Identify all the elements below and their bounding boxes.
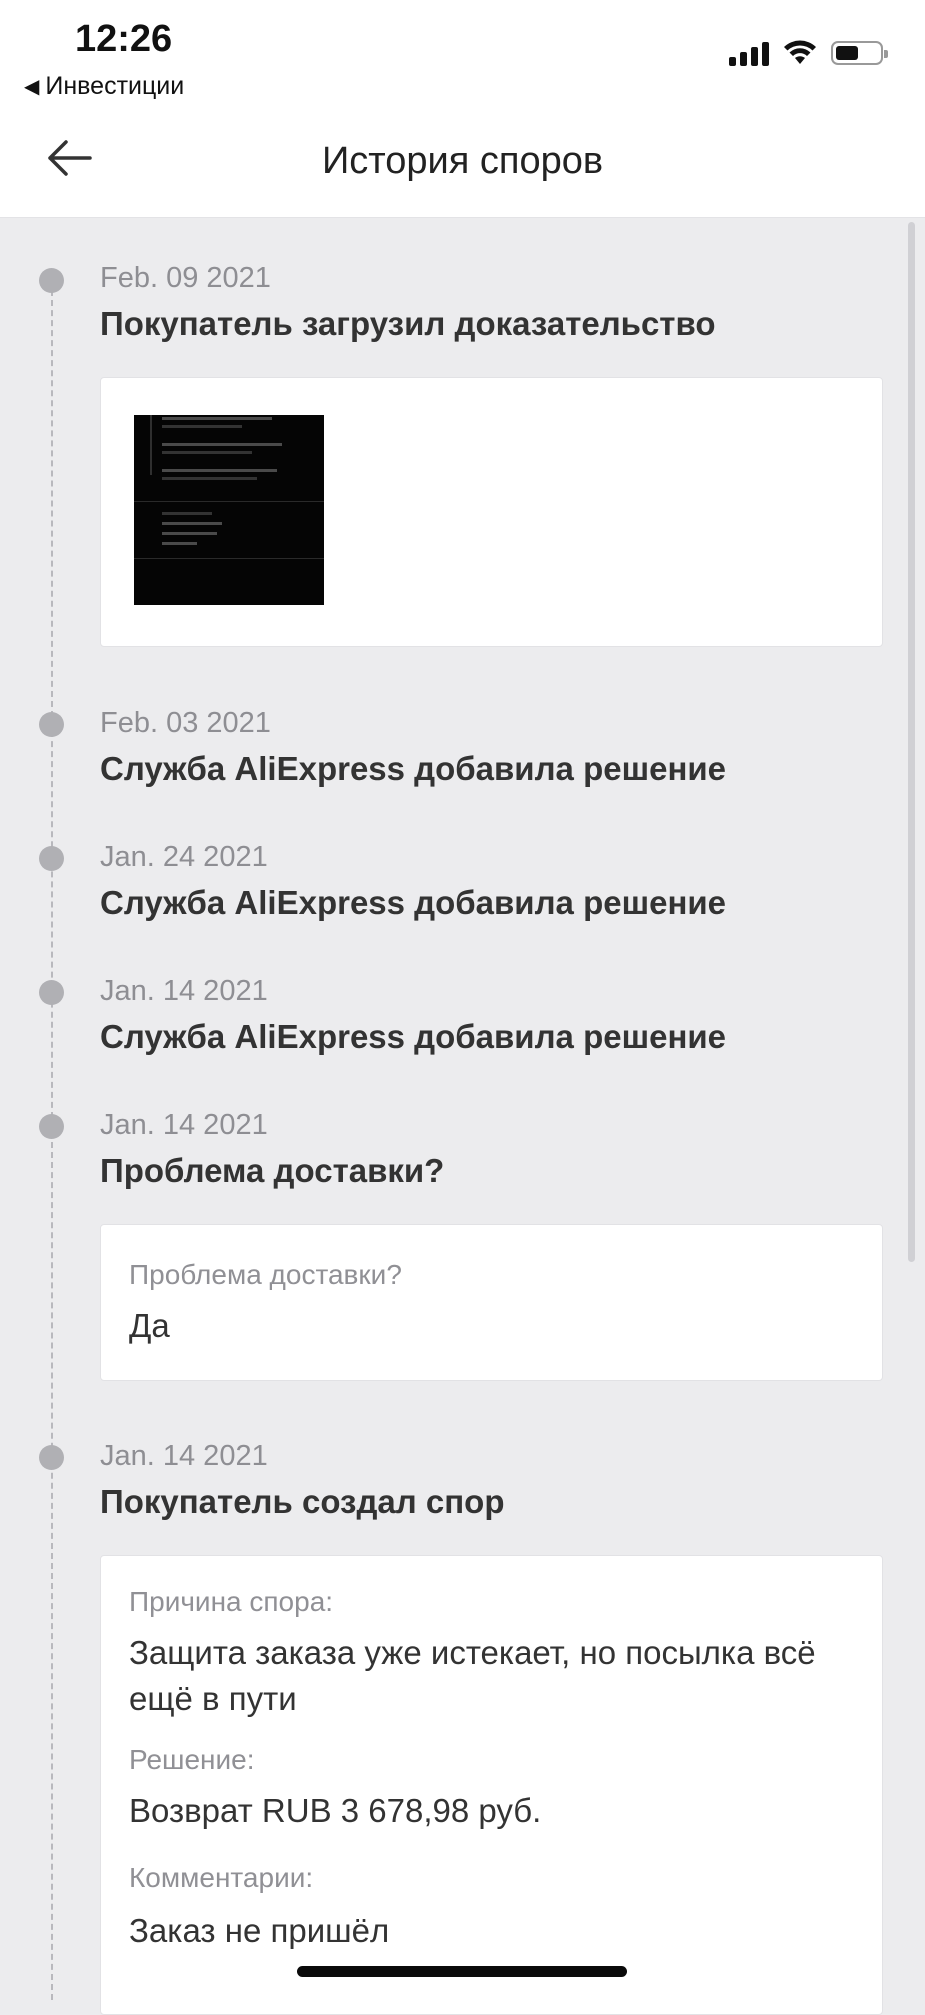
timeline-event: Feb. 09 2021 Покупатель загрузил доказат… [100, 262, 885, 343]
event-date: Jan. 24 2021 [100, 841, 268, 873]
timeline-event: Jan. 14 2021 Служба AliExpress добавила … [100, 975, 885, 1056]
timeline-dot [39, 1114, 64, 1139]
solution-label: Решение: [129, 1744, 255, 1775]
top-bar: 12:26 ◀ Инвестиции История споров [0, 0, 925, 218]
back-app-label: Инвестиции [45, 72, 185, 100]
timeline-event: Jan. 14 2021 Проблема доставки? [100, 1109, 885, 1190]
timeline-dot [39, 268, 64, 293]
battery-icon [831, 41, 888, 65]
timeline-dot [39, 846, 64, 871]
event-title: Служба AliExpress добавила решение [100, 1018, 727, 1055]
comments-value: Заказ не пришёл [129, 1912, 390, 1949]
timeline-event: Jan. 24 2021 Служба AliExpress добавила … [100, 841, 885, 922]
reason-label: Причина спора: [129, 1586, 334, 1617]
event-date: Jan. 14 2021 [100, 975, 268, 1007]
home-indicator[interactable] [297, 1966, 627, 1977]
timeline-event: Feb. 03 2021 Служба AliExpress добавила … [100, 707, 885, 788]
status-time: 12:26 [75, 18, 173, 60]
delivery-problem-label: Проблема доставки? [129, 1259, 402, 1290]
event-date: Jan. 14 2021 [100, 1109, 268, 1141]
event-title: Покупатель загрузил доказательство [100, 305, 716, 342]
timeline-dot [39, 1445, 64, 1470]
event-date: Jan. 14 2021 [100, 1440, 268, 1472]
event-title: Служба AliExpress добавила решение [100, 750, 727, 787]
evidence-card [100, 377, 883, 647]
timeline-dot [39, 980, 64, 1005]
scrollbar[interactable] [908, 222, 915, 1262]
evidence-thumbnail[interactable] [134, 415, 324, 605]
comments-label: Комментарии: [129, 1862, 314, 1893]
status-icons [729, 40, 888, 66]
cellular-signal-icon [729, 40, 769, 66]
event-title: Проблема доставки? [100, 1152, 445, 1189]
reason-value: Защита заказа уже истекает, но посылка в… [129, 1634, 816, 1717]
timeline-dot [39, 712, 64, 737]
delivery-problem-card: Проблема доставки? Да [100, 1224, 883, 1381]
back-triangle-icon: ◀ [24, 76, 40, 98]
dispute-details-card: Причина спора: Защита заказа уже истекае… [100, 1555, 883, 2015]
wifi-icon [784, 40, 816, 64]
event-date: Feb. 03 2021 [100, 707, 271, 739]
event-date: Feb. 09 2021 [100, 262, 271, 294]
timeline-line [51, 280, 53, 2000]
solution-value: Возврат RUB 3 678,98 руб. [129, 1792, 542, 1829]
timeline-event: Jan. 14 2021 Покупатель создал спор [100, 1440, 885, 1521]
page-title: История споров [321, 140, 604, 182]
delivery-problem-value: Да [129, 1307, 170, 1344]
back-to-app-link[interactable]: ◀ Инвестиции [24, 72, 184, 101]
event-title: Покупатель создал спор [100, 1483, 505, 1520]
event-title: Служба AliExpress добавила решение [100, 884, 727, 921]
